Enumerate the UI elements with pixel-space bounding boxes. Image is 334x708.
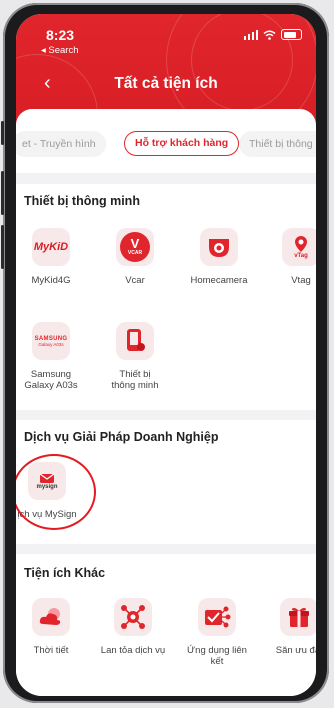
phone-frame: 8:23 ◂ Search ‹ Tất cả tiện ích et - Tru…	[1, 3, 329, 703]
service-vcar[interactable]: V VCAR Vcar	[100, 228, 170, 286]
section-title: Thiết bị thông minh	[24, 194, 140, 208]
section-business-solutions: Dịch vụ Giải Pháp Doanh Nghiệp mysign ịc…	[16, 420, 316, 544]
smart-device-icon	[116, 322, 154, 360]
camera-icon	[200, 228, 238, 266]
volume-down-button	[1, 225, 4, 269]
battery-icon	[281, 29, 302, 40]
page-title: Tất cả tiện ích	[114, 75, 218, 92]
screen: 8:23 ◂ Search ‹ Tất cả tiện ích et - Tru…	[16, 14, 316, 696]
weather-icon	[32, 598, 70, 636]
share-network-icon	[114, 598, 152, 636]
service-label: MyKid4G	[31, 275, 71, 286]
signal-icon	[243, 29, 258, 40]
section-other-utilities: Tiện ích Khác Thời tiết Lan tỏa dịch vụ …	[16, 554, 316, 696]
service-weather[interactable]: Thời tiết	[16, 598, 86, 656]
service-samsung-a03s[interactable]: SAMSUNG Galaxy A03s Samsung Galaxy A03s	[16, 322, 86, 391]
tab-label: et - Truyền hình	[22, 138, 96, 150]
service-label: Lan tỏa dịch vụ	[100, 645, 166, 656]
wifi-icon	[263, 30, 276, 40]
status-icons	[243, 29, 302, 40]
service-linked-apps[interactable]: Ứng dụng liên kết	[182, 598, 252, 667]
tab-customer-support[interactable]: Hỗ trợ khách hàng	[124, 131, 240, 156]
service-vtag[interactable]: vTag Vtag	[266, 228, 316, 286]
status-time: 8:23	[46, 27, 75, 43]
tab-label: Thiết bị thông m	[249, 138, 316, 150]
service-label: Ứng dụng liên kết	[187, 645, 247, 667]
service-homecamera[interactable]: Homecamera	[184, 228, 254, 286]
service-smart-device[interactable]: Thiết bị thông minh	[100, 322, 170, 391]
category-tabs: et - Truyền hình Hỗ trợ khách hàng Thiết…	[16, 131, 316, 159]
vcar-icon: V VCAR	[116, 228, 154, 266]
linked-apps-icon	[198, 598, 236, 636]
service-label: Samsung Galaxy A03s	[24, 369, 78, 391]
gift-icon	[280, 598, 316, 636]
service-label: Vtag	[291, 275, 311, 286]
vtag-icon: vTag	[282, 228, 316, 266]
samsung-icon: SAMSUNG Galaxy A03s	[32, 322, 70, 360]
tab-smart-devices[interactable]: Thiết bị thông m	[239, 131, 316, 157]
service-mykid4g[interactable]: MyKiD MyKid4G	[16, 228, 86, 286]
service-label: Homecamera	[190, 275, 248, 286]
service-label: Săn ưu đãi	[275, 645, 316, 656]
volume-up-button	[1, 171, 4, 215]
mykid-icon: MyKiD	[32, 228, 70, 266]
service-label: Vcar	[125, 275, 145, 286]
service-share[interactable]: Lan tỏa dịch vụ	[98, 598, 168, 656]
section-title: Dịch vụ Giải Pháp Doanh Nghiệp	[24, 430, 219, 444]
annotation-circle	[16, 454, 96, 530]
section-title: Tiện ích Khác	[24, 566, 106, 580]
tab-internet-tv[interactable]: et - Truyền hình	[16, 131, 106, 157]
service-label: Thiết bị thông minh	[111, 369, 159, 391]
service-label: Thời tiết	[33, 645, 69, 656]
tab-label: Hỗ trợ khách hàng	[135, 137, 229, 149]
service-deals[interactable]: Săn ưu đãi	[264, 598, 316, 656]
mute-switch	[1, 121, 4, 145]
status-back-link[interactable]: ◂ Search	[41, 45, 79, 56]
section-smart-devices: Thiết bị thông minh MyKiD MyKid4G V VCAR…	[16, 184, 316, 410]
